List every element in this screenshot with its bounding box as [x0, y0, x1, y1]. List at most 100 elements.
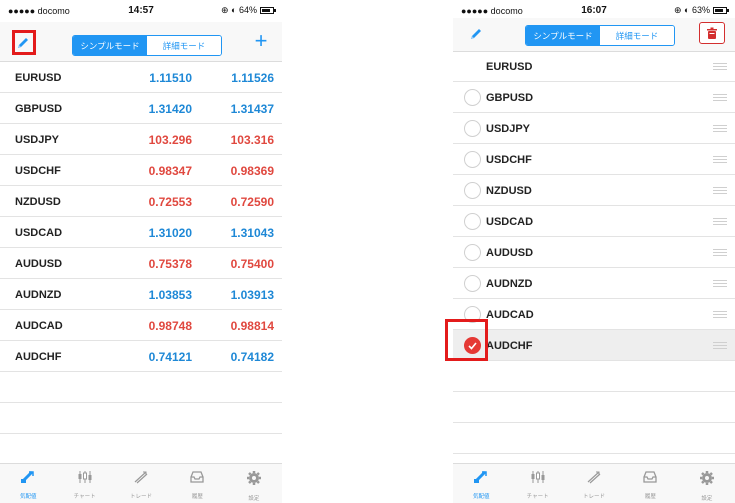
symbol-label: USDJPY	[15, 134, 60, 146]
tab-settings[interactable]: 設定	[226, 464, 282, 503]
quote-row[interactable]: AUDUSD 0.75378 0.75400	[0, 248, 282, 279]
symbol-label: AUDCAD	[15, 320, 63, 332]
bid-price: 0.98748	[148, 319, 192, 333]
quote-row[interactable]: USDCAD 1.31020 1.31043	[0, 217, 282, 248]
quote-row[interactable]: USDJPY 103.296 103.316	[0, 124, 282, 155]
edit-symbol-list: EURUSD GBPUSD USDJPY USDCHF NZDUSD USDCAD AUDU…	[453, 51, 735, 454]
tab-quotes[interactable]: 気配値	[453, 464, 509, 503]
quotes-icon	[473, 470, 489, 489]
trade-icon	[586, 470, 602, 489]
edit-row[interactable]: USDCHF	[453, 144, 735, 175]
tab-history[interactable]: 履歴	[169, 464, 225, 503]
empty-row	[453, 392, 735, 423]
simple-mode-tab[interactable]: シンプルモード	[73, 36, 147, 55]
add-symbol-button[interactable]: +	[250, 30, 272, 53]
symbol-label: USDJPY	[486, 123, 531, 135]
edit-row[interactable]: AUDCAD	[453, 299, 735, 330]
ask-price: 1.03913	[230, 288, 274, 302]
bid-price: 103.296	[148, 133, 192, 147]
empty-row	[0, 403, 282, 434]
symbol-label: AUDNZD	[15, 289, 62, 301]
bid-price: 1.03853	[148, 288, 192, 302]
checkbox[interactable]	[464, 182, 481, 199]
detail-mode-tab[interactable]: 詳細モード	[600, 26, 674, 45]
quotes-screen: ●●●●● docomo ⁠ 14:57 ⊕ ◐ 64% シンプルモード 詳細モ…	[0, 0, 282, 503]
edit-row[interactable]: AUDNZD	[453, 268, 735, 299]
reorder-handle-icon[interactable]	[713, 280, 727, 287]
edit-row[interactable]: NZDUSD	[453, 175, 735, 206]
reorder-handle-icon[interactable]	[713, 311, 727, 318]
tab-quotes[interactable]: 気配値	[0, 464, 56, 503]
symbol-label: USDCHF	[486, 154, 532, 166]
edit-row[interactable]: USDCAD	[453, 206, 735, 237]
simple-mode-tab[interactable]: シンプルモード	[526, 26, 600, 45]
tab-chart[interactable]: チャート	[509, 464, 565, 503]
tab-label: トレード	[130, 494, 153, 500]
tab-label: 設定	[248, 496, 260, 502]
symbol-label: NZDUSD	[15, 196, 61, 208]
reorder-handle-icon[interactable]	[713, 125, 727, 132]
status-bar: ●●●●● docomo ⁠ 14:57 ⊕ ◐ 64%	[0, 0, 282, 22]
symbol-label: GBPUSD	[486, 92, 534, 104]
reorder-handle-icon[interactable]	[713, 249, 727, 256]
reorder-handle-icon[interactable]	[713, 187, 727, 194]
trash-icon	[707, 27, 717, 39]
symbol-label: NZDUSD	[486, 185, 532, 197]
symbol-label: AUDUSD	[15, 258, 63, 270]
edit-row[interactable]: AUDCHF	[453, 330, 735, 361]
tab-history[interactable]: 履歴	[622, 464, 678, 503]
battery-icon	[713, 7, 729, 14]
ask-price: 0.98369	[230, 164, 274, 178]
bid-price: 0.75378	[148, 257, 192, 271]
bid-price: 0.72553	[148, 195, 192, 209]
tab-label: トレード	[583, 494, 606, 500]
delete-button[interactable]	[699, 22, 725, 44]
quote-row[interactable]: GBPUSD 1.31420 1.31437	[0, 93, 282, 124]
tab-trade[interactable]: トレード	[566, 464, 622, 503]
quote-row[interactable]: EURUSD 1.11510 1.11526	[0, 62, 282, 93]
quote-row[interactable]: AUDCAD 0.98748 0.98814	[0, 310, 282, 341]
checkbox[interactable]	[464, 244, 481, 261]
quote-row[interactable]: NZDUSD 0.72553 0.72590	[0, 186, 282, 217]
checkbox[interactable]	[464, 275, 481, 292]
tab-label: チャート	[73, 494, 96, 500]
history-icon	[189, 470, 205, 489]
quote-row[interactable]: USDCHF 0.98347 0.98369	[0, 155, 282, 186]
quotes-icon	[20, 470, 36, 489]
checkbox[interactable]	[464, 213, 481, 230]
detail-mode-tab[interactable]: 詳細モード	[147, 36, 221, 55]
quote-row[interactable]: AUDCHF 0.74121 0.74182	[0, 341, 282, 372]
highlight-selected-checkbox	[445, 319, 488, 361]
bid-price: 1.31020	[148, 226, 192, 240]
symbol-label: AUDCHF	[486, 340, 533, 352]
settings-icon	[246, 470, 262, 491]
edit-row[interactable]: GBPUSD	[453, 82, 735, 113]
battery-indicator: ⊕ ◐ 64%	[221, 5, 276, 16]
quote-list: EURUSD 1.11510 1.11526 GBPUSD 1.31420 1.31437…	[0, 62, 282, 465]
tab-settings[interactable]: 設定	[679, 464, 735, 503]
pencil-icon	[471, 29, 481, 39]
tab-label: 気配値	[472, 494, 490, 500]
reorder-handle-icon[interactable]	[713, 342, 727, 349]
reorder-handle-icon[interactable]	[713, 94, 727, 101]
edit-button[interactable]	[463, 22, 489, 46]
tab-trade[interactable]: トレード	[113, 464, 169, 503]
reorder-handle-icon[interactable]	[713, 63, 727, 70]
symbol-label: AUDCAD	[486, 309, 534, 321]
edit-row[interactable]: AUDUSD	[453, 237, 735, 268]
ask-price: 0.98814	[230, 319, 274, 333]
edit-row[interactable]: EURUSD	[453, 51, 735, 82]
tab-bar: 気配値 チャート トレード 履歴 設定	[0, 463, 282, 503]
symbol-label: EURUSD	[15, 72, 62, 84]
mode-toggle: シンプルモード 詳細モード	[525, 25, 675, 46]
checkbox[interactable]	[464, 151, 481, 168]
checkbox[interactable]	[464, 120, 481, 137]
checkbox[interactable]	[464, 89, 481, 106]
quote-row[interactable]: AUDNZD 1.03853 1.03913	[0, 279, 282, 310]
reorder-handle-icon[interactable]	[713, 156, 727, 163]
tab-label: チャート	[526, 494, 549, 500]
edit-row[interactable]: USDJPY	[453, 113, 735, 144]
reorder-handle-icon[interactable]	[713, 218, 727, 225]
symbol-label: USDCHF	[15, 165, 61, 177]
tab-chart[interactable]: チャート	[56, 464, 112, 503]
